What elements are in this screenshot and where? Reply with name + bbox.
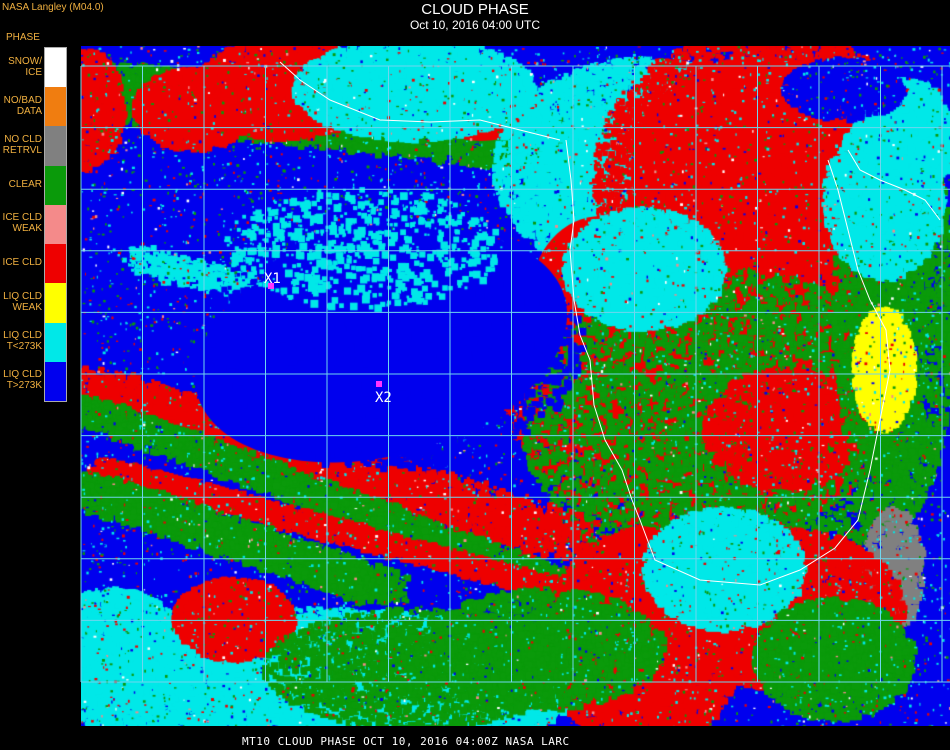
- legend-swatch-no-cld-retrvl: [45, 126, 66, 166]
- legend-label-ice-cld: ICE CLD: [2, 257, 42, 269]
- legend-label-liq-cld-weak: LIQ CLD WEAK: [3, 290, 42, 313]
- legend-label-no-cld-retrvl: NO CLD RETRVL: [2, 134, 42, 157]
- legend-label-clear: CLEAR: [8, 178, 42, 190]
- legend-labels: SNOW/ICE NO/BAD DATA NO CLD RETRVL CLEAR I…: [0, 47, 42, 400]
- page-title: CLOUD PHASE: [421, 1, 529, 18]
- legend-swatch-liq-cld-weak: [45, 283, 66, 323]
- legend-label-liq-cld-warm: LIQ CLD T>273K: [3, 369, 42, 392]
- footer-caption: MT10 CLOUD PHASE OCT 10, 2016 04:00Z NAS…: [242, 735, 570, 748]
- legend-swatch-liq-cld-warm: [45, 361, 66, 401]
- legend-swatch-liq-cld-cold: [45, 322, 66, 362]
- legend-swatch-ice-cld-weak: [45, 204, 66, 245]
- legend-swatch-snow-ice: [45, 48, 66, 88]
- legend-color-bar: [44, 47, 67, 402]
- legend-label-liq-cld-cold: LIQ CLD T<273K: [3, 330, 42, 353]
- legend-swatch-ice-cld: [45, 244, 66, 284]
- cloud-phase-map[interactable]: [81, 46, 950, 726]
- legend-label-snow-ice: SNOW/ICE: [8, 55, 42, 78]
- legend-label-ice-cld-weak: ICE CLD WEAK: [2, 212, 42, 235]
- legend-swatch-no-bad-data: [45, 87, 66, 127]
- page-subtitle: Oct 10, 2016 04:00 UTC: [409, 18, 541, 32]
- legend-label-no-bad-data: NO/BAD DATA: [3, 94, 42, 117]
- legend-swatch-clear: [45, 165, 66, 205]
- legend-title: PHASE: [6, 32, 40, 43]
